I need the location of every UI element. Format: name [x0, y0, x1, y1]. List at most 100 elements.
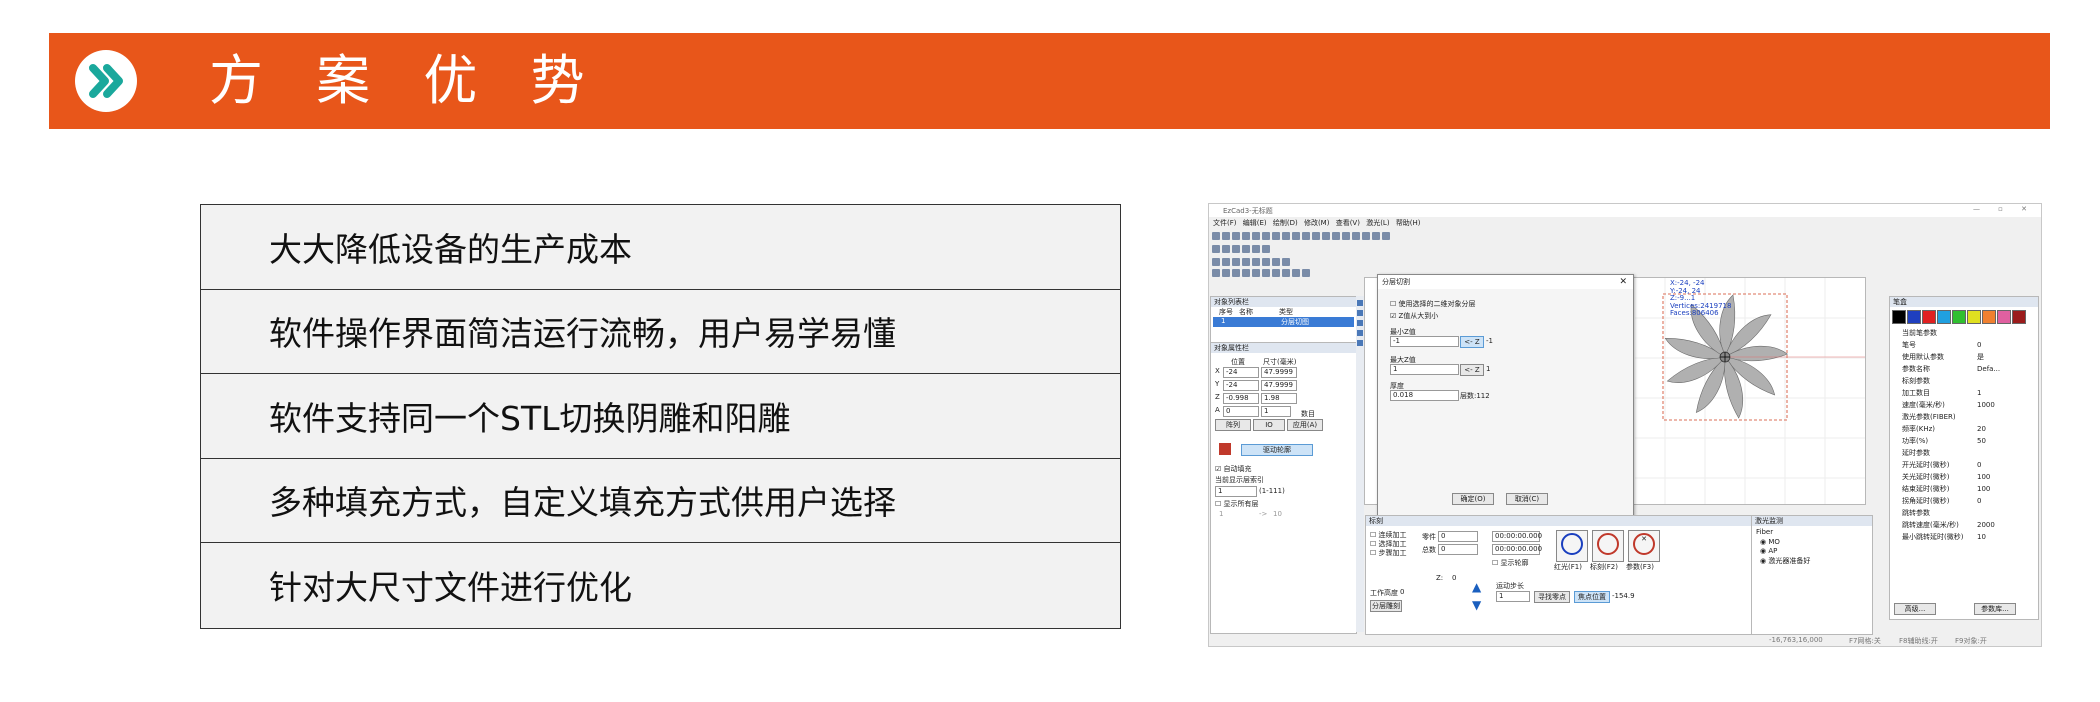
z-size-input[interactable]: 1.98	[1261, 393, 1297, 404]
tool-icon[interactable]	[1272, 258, 1280, 266]
tool-icon[interactable]	[1272, 269, 1280, 277]
open-icon[interactable]	[1222, 232, 1230, 240]
show-all-checkbox[interactable]: ☐ 显示所有层	[1215, 499, 1259, 509]
min-z-pick-button[interactable]: <- Z	[1460, 336, 1484, 348]
pen-param-row[interactable]: 标刻参数	[1890, 375, 2038, 387]
pen-swatch[interactable]	[1952, 310, 1966, 324]
advanced-button[interactable]: 高级...	[1894, 603, 1936, 615]
tool-icon[interactable]	[1232, 258, 1240, 266]
cancel-button[interactable]: 取消(C)	[1506, 493, 1548, 505]
pen-param-row[interactable]: 延时参数	[1890, 447, 2038, 459]
step-mark-checkbox[interactable]: ☐ 步骤加工	[1370, 548, 1407, 558]
pen-param-row[interactable]: 当前笔参数	[1890, 327, 2038, 339]
tool-icon[interactable]	[1262, 258, 1270, 266]
pen-param-row[interactable]: 关光延时(微秒) 100	[1890, 471, 2038, 483]
redo-icon[interactable]	[1292, 232, 1300, 240]
auto-fill-checkbox[interactable]: ☑ 自动填充	[1215, 464, 1252, 474]
pen-param-row[interactable]: 使用默认参数 是	[1890, 351, 2038, 363]
tool-icon[interactable]	[1302, 269, 1310, 277]
x-size-input[interactable]: 47.9999	[1261, 367, 1297, 378]
select-tool-icon[interactable]	[1357, 300, 1363, 306]
pen-param-row[interactable]: 结束延时(微秒) 100	[1890, 483, 2038, 495]
z-position-input[interactable]: -0.998	[1223, 393, 1259, 404]
rotate-icon[interactable]	[1382, 232, 1390, 240]
param-button[interactable]: ✕	[1628, 530, 1660, 562]
new-icon[interactable]	[1212, 232, 1220, 240]
thickness-input[interactable]: 0.018	[1390, 390, 1459, 401]
param-library-button[interactable]: 参数库...	[1974, 603, 2016, 615]
y-position-input[interactable]: -24	[1223, 380, 1259, 391]
red-light-button[interactable]	[1556, 530, 1588, 562]
tool-icon[interactable]	[1252, 269, 1260, 277]
zoom-fit-icon[interactable]	[1352, 232, 1360, 240]
table-row[interactable]: 1 分层切图	[1213, 317, 1354, 327]
pen-swatch[interactable]	[1892, 310, 1906, 324]
pen-param-row[interactable]: 拐角延时(微秒) 0	[1890, 495, 2038, 507]
show-contour-checkbox[interactable]: ☐ 显示轮廓	[1492, 558, 1529, 568]
tool-icon[interactable]	[1282, 258, 1290, 266]
max-z-input[interactable]: 1	[1390, 364, 1459, 375]
use-2d-checkbox[interactable]: ☐ 使用选择的二维对象分层	[1390, 299, 1476, 309]
pen-param-row[interactable]: 最小跳转延时(微秒) 10	[1890, 531, 2038, 543]
max-z-pick-button[interactable]: <- Z	[1460, 364, 1484, 376]
select-icon[interactable]	[1232, 245, 1240, 253]
cross-icon[interactable]	[1252, 245, 1260, 253]
drive-contour-button[interactable]: 驱动轮廓	[1241, 444, 1313, 456]
menu-laser[interactable]: 激光(L)	[1366, 219, 1389, 227]
io-button[interactable]: IO	[1253, 419, 1285, 431]
menu-view[interactable]: 查看(V)	[1336, 219, 1360, 227]
print-icon[interactable]	[1242, 232, 1250, 240]
pen-swatch[interactable]	[2012, 310, 2026, 324]
min-z-input[interactable]: -1	[1390, 336, 1459, 347]
grid-icon[interactable]	[1302, 232, 1310, 240]
mark-button[interactable]	[1592, 530, 1624, 562]
count-input[interactable]: 1	[1261, 406, 1291, 417]
tool-icon[interactable]	[1282, 269, 1290, 277]
total-input[interactable]: 0	[1438, 544, 1478, 555]
arrow-down-icon[interactable]: ▼	[1472, 598, 1484, 612]
tool-icon[interactable]	[1262, 269, 1270, 277]
pen-icon[interactable]	[1262, 245, 1270, 253]
save-icon[interactable]	[1232, 232, 1240, 240]
pen-param-row[interactable]: 跳转速度(毫米/秒) 2000	[1890, 519, 2038, 531]
text-tool-icon[interactable]	[1357, 340, 1363, 346]
menu-draw[interactable]: 绘制(D)	[1273, 219, 1298, 227]
x-position-input[interactable]: -24	[1223, 367, 1259, 378]
circle-tool-icon[interactable]	[1357, 330, 1363, 336]
tool-icon[interactable]	[1252, 258, 1260, 266]
tool-icon[interactable]	[1222, 258, 1230, 266]
move-step-input[interactable]: 1	[1496, 591, 1530, 602]
a-position-input[interactable]: 0	[1223, 406, 1259, 417]
paste-icon[interactable]	[1272, 232, 1280, 240]
pen-param-row[interactable]: 功率(%) 50	[1890, 435, 2038, 447]
zoom-all-icon[interactable]	[1362, 232, 1370, 240]
menu-edit[interactable]: 编辑(E)	[1243, 219, 1267, 227]
apply-button[interactable]: 应用(A)	[1287, 419, 1323, 431]
pen-param-row[interactable]: 笔号 0	[1890, 339, 2038, 351]
z-desc-checkbox[interactable]: ☑ Z值从大到小	[1390, 311, 1438, 321]
menu-modify[interactable]: 修改(M)	[1304, 219, 1330, 227]
pen-param-row[interactable]: 激光参数(FIBER)	[1890, 411, 2038, 423]
close-icon[interactable]: ✕	[1619, 277, 1627, 287]
pen-param-row[interactable]: 跳转参数	[1890, 507, 2038, 519]
pen-swatch[interactable]	[1997, 310, 2011, 324]
stl-icon[interactable]	[1212, 245, 1220, 253]
pen-param-row[interactable]: 加工数目 1	[1890, 387, 2038, 399]
pen-swatch[interactable]	[1922, 310, 1936, 324]
tool-icon[interactable]	[1222, 269, 1230, 277]
pen-swatch[interactable]	[1982, 310, 1996, 324]
zoom-out-icon[interactable]	[1342, 232, 1350, 240]
layer-index-input[interactable]: 1	[1215, 486, 1257, 497]
tool-icon[interactable]	[1242, 258, 1250, 266]
menu-file[interactable]: 文件(F)	[1213, 219, 1237, 227]
tool-icon[interactable]	[1212, 258, 1220, 266]
layered-engrave-button[interactable]: 分层雕刻	[1370, 600, 1402, 612]
menu-help[interactable]: 帮助(H)	[1396, 219, 1421, 227]
zoom-in-icon[interactable]	[1332, 232, 1340, 240]
node-icon[interactable]	[1242, 245, 1250, 253]
ok-button[interactable]: 确定(O)	[1452, 493, 1494, 505]
pen-swatch[interactable]	[1907, 310, 1921, 324]
tool-icon[interactable]	[1212, 269, 1220, 277]
pen-swatch[interactable]	[1937, 310, 1951, 324]
pan-icon[interactable]	[1372, 232, 1380, 240]
